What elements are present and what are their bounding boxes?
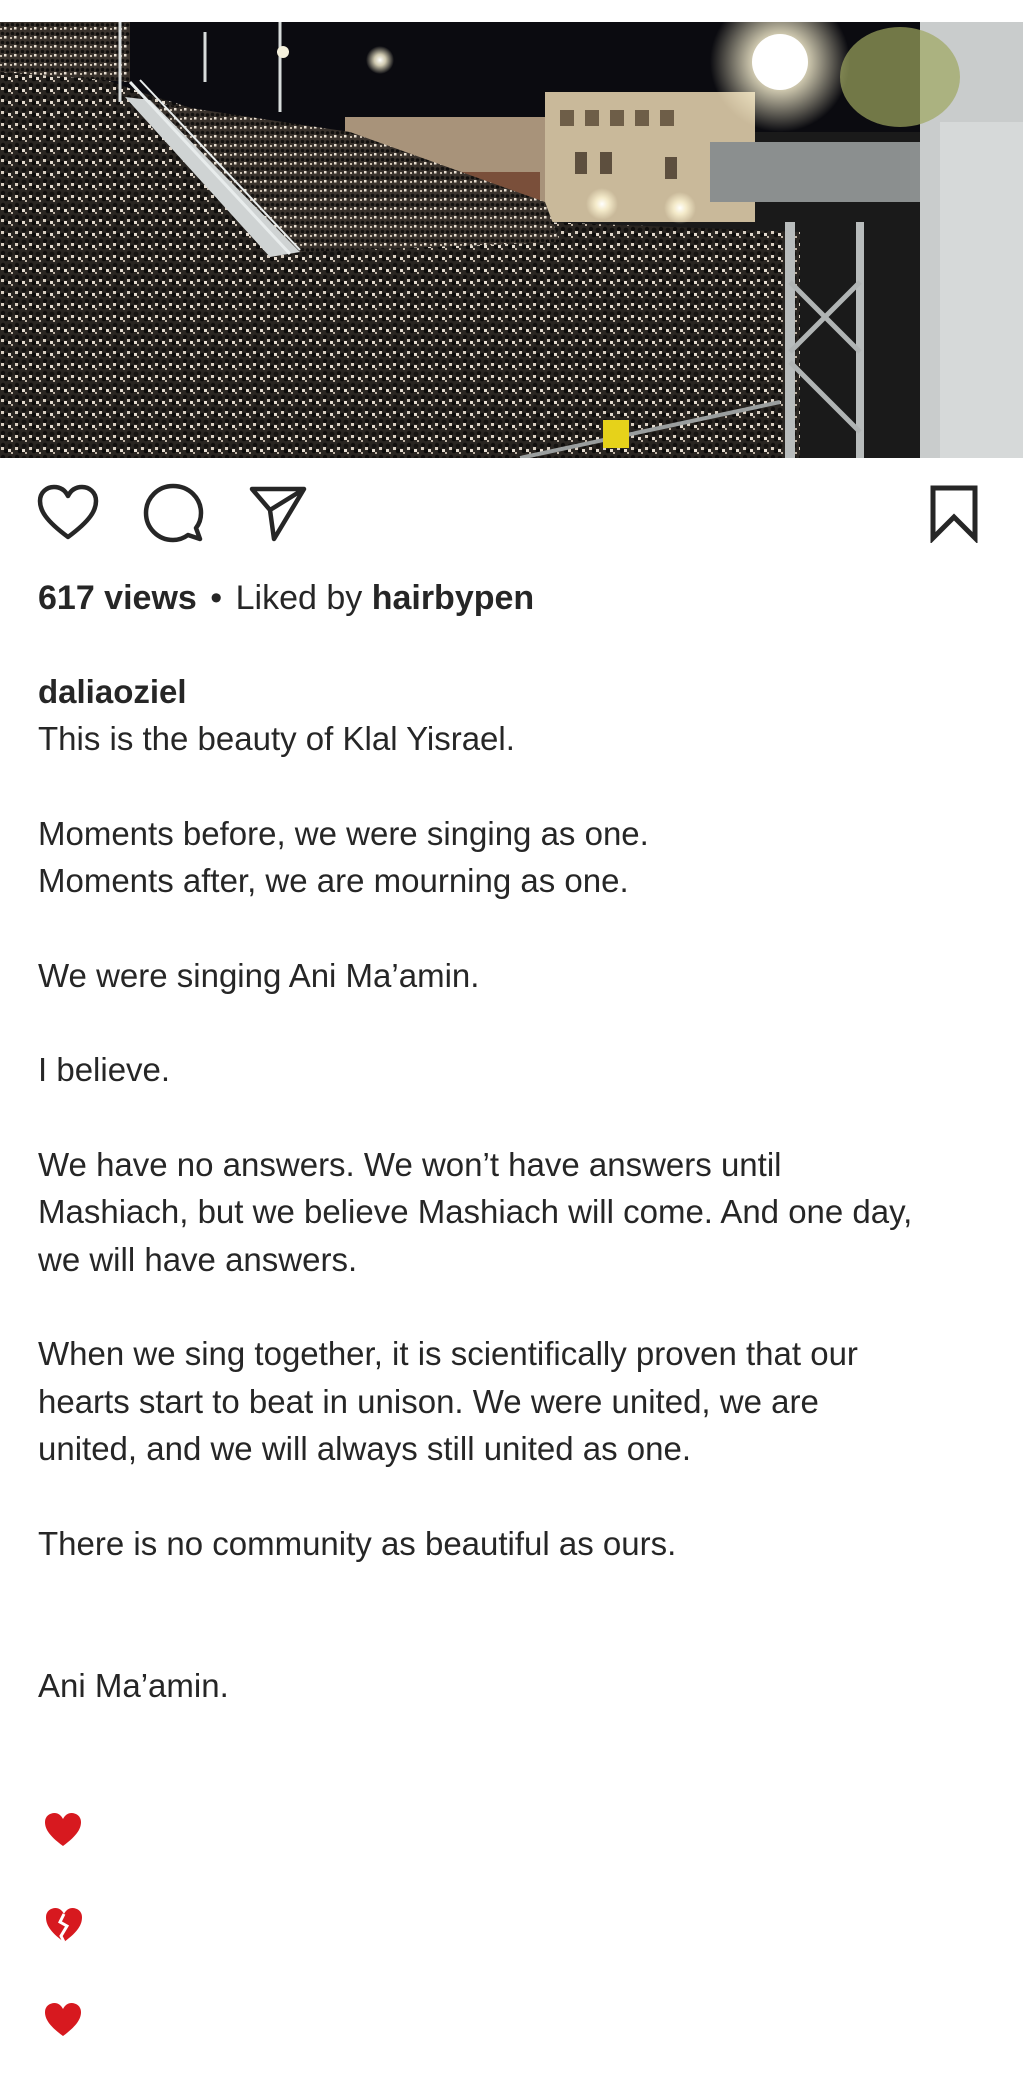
caption-paragraph: Moments before, we were singing as one. … bbox=[38, 814, 649, 900]
save-button[interactable] bbox=[921, 480, 987, 546]
caption-paragraph: When we sing together, it is scientifica… bbox=[38, 1335, 858, 1467]
caption-text: This is the beauty of Klal Yisrael. bbox=[38, 720, 515, 757]
comment-button[interactable] bbox=[140, 480, 206, 546]
heart-icon bbox=[37, 484, 99, 542]
red-heart-icon bbox=[44, 1999, 82, 2037]
caption-first-line: daliaoziel This is the beauty of Klal Yi… bbox=[38, 620, 988, 763]
share-button[interactable] bbox=[245, 480, 311, 546]
post-caption: daliaoziel This is the beauty of Klal Yi… bbox=[38, 620, 988, 2089]
closing-text: Ani Ma’amin. bbox=[38, 1666, 229, 1704]
like-button[interactable] bbox=[35, 480, 101, 546]
caption-paragraph: We were singing Ani Ma’amin. bbox=[38, 956, 480, 994]
post-action-bar bbox=[0, 480, 1023, 550]
views-count[interactable]: 617 views bbox=[38, 579, 197, 617]
caption-paragraph: We have no answers. We won’t have answer… bbox=[38, 1145, 913, 1278]
caption-closing: Ani Ma’amin. bbox=[38, 1614, 988, 2089]
liked-by-label: Liked by bbox=[235, 579, 363, 617]
bookmark-icon bbox=[928, 483, 980, 543]
author-username[interactable]: daliaoziel bbox=[38, 673, 187, 710]
paper-plane-icon bbox=[248, 483, 308, 543]
red-heart-icon bbox=[44, 1809, 82, 1847]
comment-bubble-icon bbox=[142, 482, 204, 544]
liked-by-username[interactable]: hairbypen bbox=[372, 579, 534, 617]
post-engagement: 617 views • Liked by hairbypen bbox=[38, 578, 534, 618]
post-image[interactable] bbox=[0, 22, 1023, 458]
crowd-photo bbox=[0, 22, 1023, 458]
broken-heart-icon bbox=[44, 1904, 84, 1943]
separator-dot: • bbox=[210, 579, 223, 617]
caption-paragraph: I believe. bbox=[38, 1051, 171, 1088]
heart-emoji-group bbox=[44, 1709, 84, 2089]
caption-paragraph: There is no community as beautiful as ou… bbox=[38, 1524, 677, 1562]
